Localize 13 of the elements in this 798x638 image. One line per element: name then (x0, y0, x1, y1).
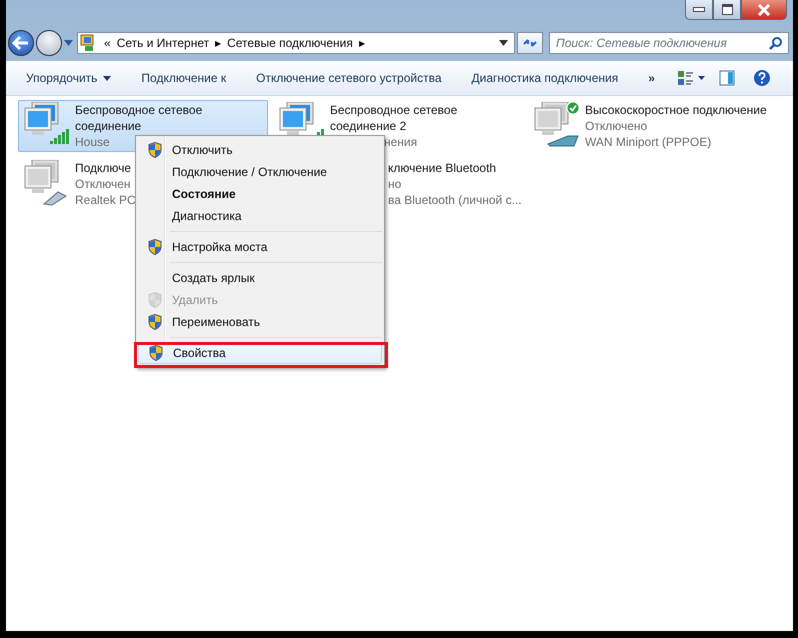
connection-name: Высокоскоростное подключение (585, 102, 767, 118)
connection-status: Отключено (585, 118, 648, 134)
connection-name: Беспроводное сетевое соединение (75, 102, 204, 134)
connection-status: но (388, 176, 402, 192)
adapter-name: Realtek PC (75, 192, 136, 208)
adapter-name: ва Bluetooth (личной с... (388, 192, 522, 208)
connection-name: Подключе (75, 160, 132, 176)
connection-status: Отключен (75, 176, 131, 192)
connection-status: House (75, 134, 110, 150)
connection-name: ключение Bluetooth (388, 160, 496, 176)
connection-name: Беспроводное сетевое соединение 2 (330, 102, 458, 134)
adapter-name: WAN Miniport (PPPOE) (585, 134, 712, 150)
connection-status: нения (383, 134, 418, 150)
